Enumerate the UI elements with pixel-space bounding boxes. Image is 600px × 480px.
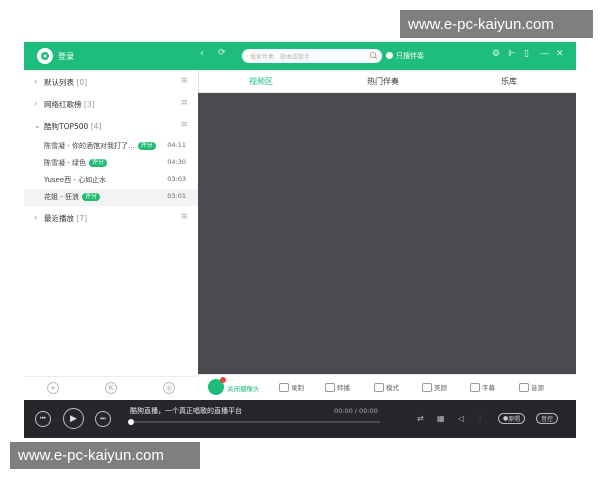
tab-library[interactable]: 乐库 (501, 76, 517, 87)
song-item[interactable]: Yusee西 - 心如止水 03:03 (24, 172, 198, 189)
volume-icon[interactable]: ◁ (458, 414, 464, 423)
user-icon (41, 52, 49, 60)
time-display: 00:00 / 00:00 (334, 407, 378, 415)
subtitle-icon (470, 382, 480, 392)
only-accompaniment-label: 只搜伴奏 (396, 52, 424, 60)
record-icon (279, 382, 289, 392)
title-bar: 登录 ‹ ⟳ 搜索伴奏、歌曲或歌手 只搜伴奏 ⚙ ⊩ ▯ — ✕ (24, 42, 576, 70)
refresh-icon[interactable]: ⟳ (218, 48, 226, 58)
lyrics-icon[interactable]: ▦ (437, 414, 445, 423)
song-item[interactable]: 陈雪凝 - 绿色 评分 04:30 (24, 155, 198, 172)
playlist-group-default[interactable]: › 默认列表 [0] ≡ (24, 72, 198, 94)
record-button[interactable]: 录制 (279, 382, 304, 392)
group-label: 网络红歌榜 [3] (44, 100, 95, 109)
rating-badge[interactable]: 评分 (137, 142, 156, 150)
video-area[interactable] (198, 93, 576, 374)
player-bar: ⏮ ▶ ⏭ 酷狗直播，一个真正唱歌的直播平台 00:00 / 00:00 ⇄ ▦… (24, 400, 576, 438)
broadcast-button[interactable]: 转播 (325, 382, 350, 392)
menu-icon[interactable]: ≡ (180, 212, 188, 222)
rating-badge[interactable]: 评分 (88, 159, 107, 167)
settings-icon[interactable]: ⚙ (492, 49, 500, 59)
song-item-selected[interactable]: 花姐 - 狂浪 评分 03:01 (24, 189, 198, 206)
playlist-sidebar: › 默认列表 [0] ≡ › 网络红歌榜 [3] ≡ ⌄ 酷狗TOP500 [4… (24, 70, 199, 374)
tab-video[interactable]: 视频区 (249, 76, 273, 87)
chevron-right-icon: › (34, 77, 38, 86)
group-label: 酷狗TOP500 [4] (44, 122, 102, 131)
audio-source-button[interactable]: 音源 (519, 382, 544, 392)
add-icon[interactable]: + (47, 382, 59, 394)
song-title: 陈雪凝 - 你的酒馆对我打了... (44, 142, 135, 150)
sound-control-button[interactable]: 音控 (536, 413, 559, 424)
previous-icon[interactable]: ⏮ (35, 411, 51, 427)
playlist-group-hot[interactable]: › 网络红歌榜 [3] ≡ (24, 94, 198, 116)
beauty-icon (422, 382, 432, 392)
beauty-button[interactable]: 美颜 (422, 382, 447, 392)
record-dot-icon (220, 377, 226, 383)
original-vocal-toggle[interactable]: ● 原唱 (498, 413, 526, 424)
progress-handle[interactable] (128, 419, 134, 425)
import-icon[interactable]: K (105, 382, 117, 394)
mode-icon (374, 382, 384, 392)
song-title: Yusee西 - 心如止水 (44, 176, 107, 184)
menu-icon[interactable]: ≡ (180, 98, 188, 108)
app-window: 登录 ‹ ⟳ 搜索伴奏、歌曲或歌手 只搜伴奏 ⚙ ⊩ ▯ — ✕ › 默认列表 … (24, 42, 576, 438)
now-playing-title: 酷狗直播，一个真正唱歌的直播平台 (130, 407, 242, 415)
menu-icon[interactable]: ≡ (180, 76, 188, 86)
login-link[interactable]: 登录 (58, 51, 74, 62)
camera-icon[interactable] (208, 377, 226, 395)
chevron-right-icon: › (34, 213, 38, 222)
song-title: 花姐 - 狂浪 (44, 193, 79, 201)
song-duration: 04:30 (167, 158, 186, 166)
skin-icon[interactable]: ⊩ (508, 49, 516, 59)
back-icon[interactable]: ‹ (200, 48, 204, 59)
sidebar-footer: + K ◎ (24, 376, 198, 401)
next-icon[interactable]: ⏭ (95, 411, 111, 427)
audio-source-icon (519, 382, 529, 392)
song-item[interactable]: 陈雪凝 - 你的酒馆对我打了... 评分 04:11 (24, 138, 198, 155)
playlist-group-top500[interactable]: ⌄ 酷狗TOP500 [4] ≡ (24, 116, 198, 138)
mini-mode-icon[interactable]: ▯ (524, 49, 529, 59)
broadcast-icon (325, 382, 335, 392)
play-order-icon[interactable]: ⇄ (417, 414, 424, 423)
minimize-icon[interactable]: — (540, 49, 549, 59)
avatar[interactable] (37, 48, 53, 64)
chevron-right-icon: › (34, 99, 38, 108)
search-input[interactable]: 搜索伴奏、歌曲或歌手 (242, 49, 382, 63)
close-icon[interactable]: ✕ (556, 49, 564, 59)
tab-hot-accompaniment[interactable]: 热门伴奏 (367, 76, 399, 87)
search-icon[interactable] (369, 51, 378, 60)
chevron-down-icon: ⌄ (34, 121, 41, 130)
locate-icon[interactable]: ◎ (163, 382, 175, 394)
progress-bar[interactable] (128, 419, 380, 425)
tab-bar: 视频区 热门伴奏 乐库 (199, 70, 576, 93)
menu-icon[interactable]: ≡ (180, 120, 188, 130)
search-placeholder: 搜索伴奏、歌曲或歌手 (250, 54, 311, 61)
group-label: 默认列表 [0] (44, 78, 88, 87)
video-toolbar: 关闭摄像头 录制 转播 模式 美颜 字幕 音源 (198, 374, 576, 401)
song-duration: 03:01 (167, 192, 186, 200)
watermark-top: www.e-pc-kaiyun.com (400, 10, 593, 38)
playlist-group-recent[interactable]: › 最近播放 [7] ≡ (24, 208, 198, 230)
only-accompaniment-radio[interactable] (386, 52, 393, 59)
group-label: 最近播放 [7] (44, 214, 88, 223)
song-title: 陈雪凝 - 绿色 (44, 159, 86, 167)
watermark-bottom: www.e-pc-kaiyun.com (10, 442, 200, 469)
subtitle-button[interactable]: 字幕 (470, 382, 495, 392)
equalizer-icon[interactable]: ⫶ (479, 414, 481, 424)
song-duration: 04:11 (167, 141, 186, 149)
close-camera-button[interactable]: 关闭摄像头 (227, 383, 260, 393)
mode-button[interactable]: 模式 (374, 382, 399, 392)
play-icon[interactable]: ▶ (63, 408, 84, 429)
rating-badge[interactable]: 评分 (81, 193, 100, 201)
song-duration: 03:03 (167, 175, 186, 183)
